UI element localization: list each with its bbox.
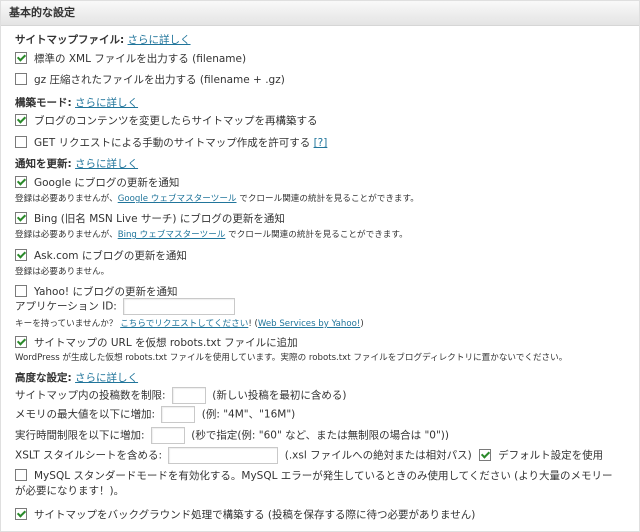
ask-note: 登録は必要ありません。 xyxy=(15,267,110,277)
rebuild-option[interactable]: ブログのコンテンツを変更したらサイトマップを再構築する xyxy=(15,113,318,128)
notify-heading-row: 通知を更新: さらに詳しく xyxy=(15,156,138,171)
background-checkbox[interactable] xyxy=(15,508,27,520)
get-help-link[interactable]: [?] xyxy=(314,137,328,149)
ask-checkbox[interactable] xyxy=(15,249,27,261)
google-option[interactable]: Google にブログの更新を通知 xyxy=(15,175,179,190)
background-label: サイトマップをバックグラウンド処理で構築する (投稿を保存する際に待つ必要があり… xyxy=(34,509,476,521)
yahoo-option[interactable]: Yahoo! にブログの更新を通知 xyxy=(15,284,177,299)
gz-option[interactable]: gz 圧縮されたファイルを出力する (filename + .gz) xyxy=(15,72,285,87)
exec-time-label: 実行時間制限を以下に増加: xyxy=(15,429,145,442)
robots-option[interactable]: サイトマップの URL を仮想 robots.txt ファイルに追加 xyxy=(15,335,298,350)
advanced-heading: 高度な設定: xyxy=(15,372,72,384)
sitemap-file-heading: サイトマップファイル: xyxy=(15,34,125,46)
xslt-default-checkbox[interactable] xyxy=(479,448,492,461)
build-mode-heading: 構築モード: xyxy=(15,97,72,109)
bing-option[interactable]: Bing (旧名 MSN Live サーチ) にブログの更新を通知 xyxy=(15,211,285,226)
exec-time-hint: (秒で指定(例: "60" など、または無制限の場合は "0")) xyxy=(191,429,450,442)
yahoo-key-text: キーを持っていませんか？ xyxy=(15,319,118,329)
yahoo-request-link[interactable]: こちらでリクエストしてください xyxy=(120,319,248,329)
get-option[interactable]: GET リクエストによる手動のサイトマップ作成を許可する [?] xyxy=(15,135,327,150)
build-mode-heading-row: 構築モード: さらに詳しく xyxy=(15,95,138,110)
robots-checkbox[interactable] xyxy=(15,336,27,348)
xml-option[interactable]: 標準の XML ファイルを出力する (filename) xyxy=(15,51,246,66)
yahoo-ws-link[interactable]: Web Services by Yahoo! xyxy=(258,319,360,329)
mysql-option[interactable]: MySQL スタンダードモードを有効化する。MySQL エラーが発生しているとき… xyxy=(15,469,615,499)
google-checkbox[interactable] xyxy=(15,176,27,188)
memory-row: メモリの最大値を以下に増加: (例: "4M"、"16M") xyxy=(15,406,295,423)
sitemap-file-more-link[interactable]: さらに詳しく xyxy=(128,34,191,46)
get-checkbox[interactable] xyxy=(15,136,27,148)
posts-limit-input[interactable] xyxy=(171,387,206,404)
yahoo-key-end: ) xyxy=(360,319,364,329)
rebuild-checkbox[interactable] xyxy=(15,114,27,126)
bing-webmaster-link[interactable]: Bing ウェブマスターツール xyxy=(118,230,226,240)
xml-label: 標準の XML ファイルを出力する (filename) xyxy=(34,53,247,65)
xslt-hint: (.xsl ファイルへの絶対または相対パス) xyxy=(284,449,472,462)
google-label: Google にブログの更新を通知 xyxy=(34,177,180,189)
posts-limit-row: サイトマップ内の投稿数を制限: (新しい投稿を最初に含める) xyxy=(15,387,346,404)
robots-note: WordPress が生成した仮想 robots.txt ファイルを使用していま… xyxy=(15,353,568,363)
xslt-label: XSLT スタイルシートを含める: xyxy=(15,449,163,462)
ask-label: Ask.com にブログの更新を通知 xyxy=(34,250,187,262)
exec-time-input[interactable] xyxy=(150,427,185,444)
yahoo-app-id-label: アプリケーション ID: xyxy=(15,300,117,313)
gz-checkbox[interactable] xyxy=(15,73,27,85)
notify-heading: 通知を更新: xyxy=(15,158,72,170)
memory-hint: (例: "4M"、"16M") xyxy=(201,408,296,421)
google-webmaster-link[interactable]: Google ウェブマスターツール xyxy=(118,194,237,204)
google-note-after: でクロール関連の統計を見ることができます。 xyxy=(236,194,419,204)
xslt-default-label: デフォルト設定を使用 xyxy=(498,449,604,462)
yahoo-label: Yahoo! にブログの更新を通知 xyxy=(34,286,178,298)
notify-more-link[interactable]: さらに詳しく xyxy=(75,158,138,170)
bing-note-before: 登録は必要ありませんが、 xyxy=(15,230,118,240)
mysql-label: MySQL スタンダードモードを有効化する。MySQL エラーが発生しているとき… xyxy=(15,470,613,497)
google-note: 登録は必要ありませんが、Google ウェブマスターツール でクロール関連の統計… xyxy=(15,192,419,204)
sitemap-file-heading-row: サイトマップファイル: さらに詳しく xyxy=(15,32,191,47)
build-mode-more-link[interactable]: さらに詳しく xyxy=(75,97,138,109)
bing-label: Bing (旧名 MSN Live サーチ) にブログの更新を通知 xyxy=(34,213,285,225)
yahoo-key-row: キーを持っていませんか？ こちらでリクエストしてください! (Web Servi… xyxy=(15,317,364,329)
panel-title: 基本的な設定 xyxy=(1,1,639,26)
exec-time-row: 実行時間制限を以下に増加: (秒で指定(例: "60" など、または無制限の場合… xyxy=(15,427,449,444)
memory-label: メモリの最大値を以下に増加: xyxy=(15,408,156,421)
google-note-before: 登録は必要ありませんが、 xyxy=(15,194,118,204)
ask-option[interactable]: Ask.com にブログの更新を通知 xyxy=(15,248,187,263)
bing-checkbox[interactable] xyxy=(15,212,27,224)
rebuild-label: ブログのコンテンツを変更したらサイトマップを再構築する xyxy=(34,115,318,127)
advanced-more-link[interactable]: さらに詳しく xyxy=(75,372,138,384)
yahoo-app-id-row: アプリケーション ID: xyxy=(15,298,238,315)
posts-limit-hint: (新しい投稿を最初に含める) xyxy=(212,389,347,402)
robots-label: サイトマップの URL を仮想 robots.txt ファイルに追加 xyxy=(34,337,298,349)
advanced-heading-row: 高度な設定: さらに詳しく xyxy=(15,370,138,385)
yahoo-key-mid: ! ( xyxy=(248,319,258,329)
xslt-input[interactable] xyxy=(168,447,279,464)
memory-input[interactable] xyxy=(161,406,196,423)
yahoo-app-id-input[interactable] xyxy=(123,298,236,315)
bing-note: 登録は必要ありませんが、Bing ウェブマスターツール でクロール関連の統計を見… xyxy=(15,228,408,240)
basic-settings-panel: 基本的な設定 サイトマップファイル: さらに詳しく 標準の XML ファイルを出… xyxy=(0,0,640,532)
bing-note-after: でクロール関連の統計を見ることができます。 xyxy=(225,230,408,240)
get-label: GET リクエストによる手動のサイトマップ作成を許可する xyxy=(34,137,311,149)
yahoo-checkbox[interactable] xyxy=(15,285,27,297)
posts-limit-label: サイトマップ内の投稿数を制限: xyxy=(15,389,166,402)
background-option[interactable]: サイトマップをバックグラウンド処理で構築する (投稿を保存する際に待つ必要があり… xyxy=(15,507,475,522)
xslt-row: XSLT スタイルシートを含める: (.xsl ファイルへの絶対または相対パス)… xyxy=(15,447,603,464)
xml-checkbox[interactable] xyxy=(15,52,27,64)
gz-label: gz 圧縮されたファイルを出力する (filename + .gz) xyxy=(34,74,285,86)
mysql-checkbox[interactable] xyxy=(15,469,27,481)
